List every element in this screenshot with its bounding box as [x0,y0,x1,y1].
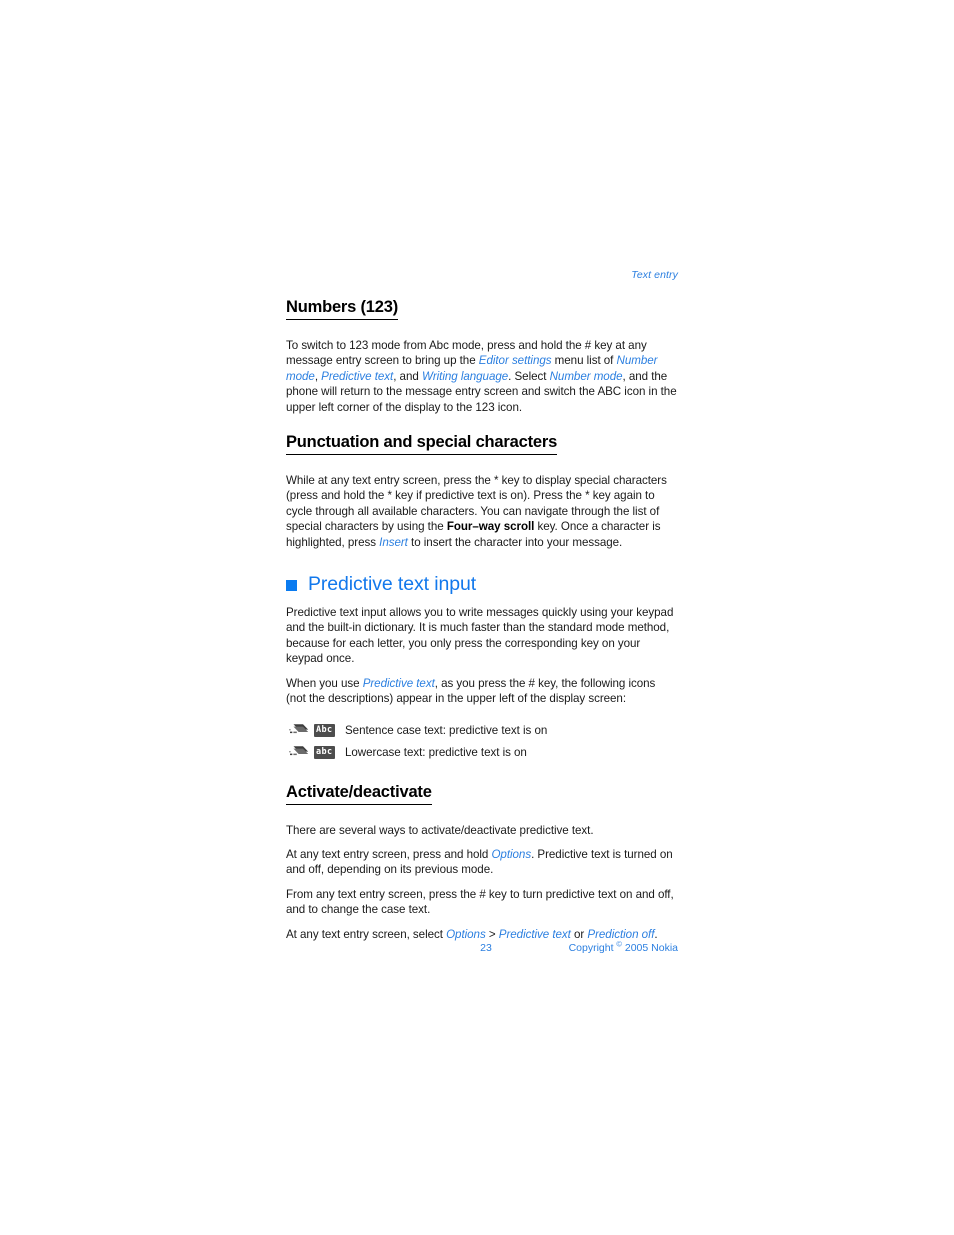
predictive-text-swoosh-icon [289,722,311,740]
inline-ui-reference: Options [491,847,532,861]
chapter-heading-block: Predictive text input [286,572,678,596]
copyright-notice: Copyright © 2005 Nokia [568,940,678,955]
section-heading-numbers: Numbers (123) [286,298,398,320]
chapter-heading-label: Predictive text input [308,573,477,596]
running-header: Text entry [631,269,678,281]
paragraph-activate-1: There are several ways to activate/deact… [286,823,594,837]
inline-bold-term: Four–way scroll [446,520,535,534]
paragraph-punctuation-1: While at any text entry screen, press th… [286,474,667,549]
paragraph-predictive-2: When you use Predictive text, as you pre… [286,676,656,706]
icon-legend-description-lowercase: Lowercase text: predictive text is on [345,745,527,759]
paragraph-predictive-1: Predictive text input allows you to writ… [286,606,674,666]
predictive-text-swoosh-icon [289,744,311,762]
inline-ui-reference: Predictive text [321,369,394,383]
copyright-suffix: 2005 Nokia [621,942,678,954]
icon-legend-row-sentence-case: Abc Sentence case text: predictive text … [286,720,678,742]
inline-ui-reference: Editor settings [478,354,552,368]
case-badge-sentence: Abc [314,724,335,737]
page-content: Text entry Numbers (123) To switch to 12… [286,268,678,942]
inline-ui-reference: Options [446,927,486,941]
chapter-heading-predictive-text-input: Predictive text input [286,572,678,596]
inline-ui-reference: Writing language [421,369,509,383]
icon-group-lowercase: abc [286,744,345,762]
square-bullet-icon [286,579,297,591]
icon-group-sentence-case: Abc [286,722,345,740]
section-heading-activate-wrap: Activate/deactivate [286,783,678,813]
inline-ui-reference: Insert [379,535,408,549]
page-footer: 23 Copyright © 2005 Nokia [286,940,678,955]
inline-ui-reference: Number mode [549,369,623,383]
icon-legend-list: Abc Sentence case text: predictive text … [286,720,678,764]
paragraph-activate-3: From any text entry screen, press the # … [286,887,674,917]
icon-legend-description-sentence: Sentence case text: predictive text is o… [345,723,548,737]
section-heading-numbers-wrap: Numbers (123) [286,298,678,328]
section-heading-punctuation: Punctuation and special characters [286,433,557,456]
inline-ui-reference: Predictive text [498,927,571,941]
document-page: Text entry Numbers (123) To switch to 12… [0,0,954,1235]
paragraph-activate-2: At any text entry screen, press and hold… [286,847,673,877]
section-heading-activate-deactivate: Activate/deactivate [286,783,432,805]
section-heading-punctuation-wrap: Punctuation and special characters [286,433,678,463]
page-number: 23 [480,942,492,954]
inline-ui-reference: Predictive text [362,676,435,690]
case-badge-lowercase: abc [314,746,335,759]
paragraph-numbers-1: To switch to 123 mode from Abc mode, pre… [286,339,677,414]
copyright-prefix: Copyright [568,942,617,954]
icon-legend-row-lowercase: abc Lowercase text: predictive text is o… [286,742,678,764]
